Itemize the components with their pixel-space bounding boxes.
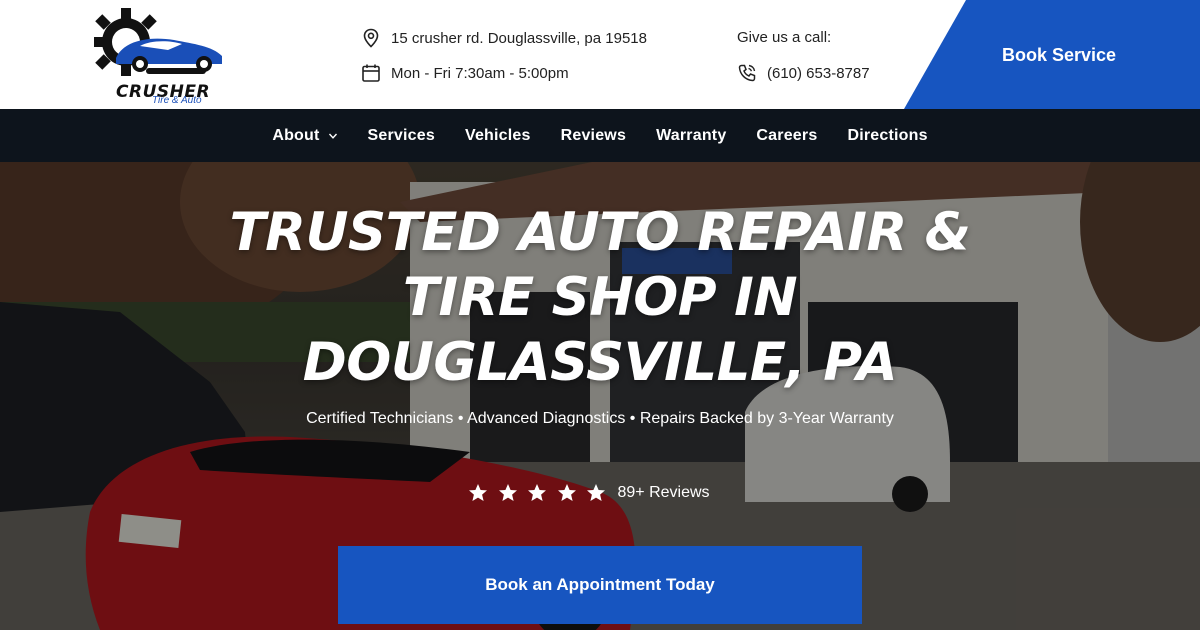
- nav-item-vehicles[interactable]: Vehicles: [465, 127, 531, 145]
- hero-section: TRUSTED AUTO REPAIR & TIRE SHOP IN DOUGL…: [0, 162, 1200, 630]
- site-header: CRUSHER Tire & Auto 15 crusher rd. Dougl…: [0, 0, 1200, 109]
- hours-text: Mon - Fri 7:30am - 5:00pm: [391, 64, 569, 82]
- nav-label: Vehicles: [464, 126, 531, 144]
- book-appointment-button[interactable]: Book an Appointment Today: [338, 546, 862, 624]
- nav-label: About: [272, 126, 320, 144]
- nav-item-reviews[interactable]: Reviews: [561, 127, 626, 145]
- nav-item-careers[interactable]: Careers: [756, 127, 817, 145]
- nav-item-services[interactable]: Services: [368, 127, 435, 145]
- hero-subtitle: Certified Technicians • Advanced Diagnos…: [306, 410, 894, 427]
- hero-title: TRUSTED AUTO REPAIR & TIRE SHOP IN DOUGL…: [229, 202, 971, 393]
- star-icon: [586, 483, 606, 503]
- calendar-icon: [361, 63, 381, 83]
- book-service-label: Book Service: [1002, 45, 1117, 65]
- map-pin-icon: [361, 28, 381, 48]
- nav-item-about[interactable]: About: [272, 127, 337, 145]
- nav-label: Services: [367, 126, 435, 144]
- star-icon: [527, 483, 547, 503]
- phone-icon: [737, 63, 757, 83]
- nav-label: Reviews: [560, 126, 627, 144]
- address-text: 15 crusher rd. Douglassville, pa 19518: [391, 29, 647, 47]
- nav-label: Directions: [847, 126, 928, 144]
- book-service-button[interactable]: Book Service: [904, 0, 1200, 109]
- logo-graphic: [94, 8, 222, 76]
- reviews-count: 89+ Reviews: [617, 484, 710, 501]
- hours-info: Mon - Fri 7:30am - 5:00pm: [361, 63, 569, 83]
- nav-label: Warranty: [656, 126, 727, 144]
- main-nav: About Services Vehicles Reviews Warranty…: [0, 109, 1200, 162]
- star-icon: [498, 483, 518, 503]
- nav-label: Careers: [756, 126, 818, 144]
- rating-summary[interactable]: 89+ Reviews: [468, 483, 710, 503]
- star-icon: [468, 483, 488, 503]
- address-info[interactable]: 15 crusher rd. Douglassville, pa 19518: [361, 28, 647, 48]
- nav-item-warranty[interactable]: Warranty: [656, 127, 726, 145]
- logo[interactable]: CRUSHER Tire & Auto: [94, 6, 234, 106]
- phone-text: (610) 653-8787: [767, 64, 870, 82]
- star-icon: [557, 483, 577, 503]
- chevron-down-icon: [328, 131, 338, 141]
- logo-tagline: Tire & Auto: [152, 95, 202, 106]
- phone-link[interactable]: (610) 653-8787: [737, 63, 870, 83]
- nav-item-directions[interactable]: Directions: [847, 127, 927, 145]
- book-appointment-label: Book an Appointment Today: [485, 575, 715, 594]
- call-label: Give us a call:: [737, 29, 832, 46]
